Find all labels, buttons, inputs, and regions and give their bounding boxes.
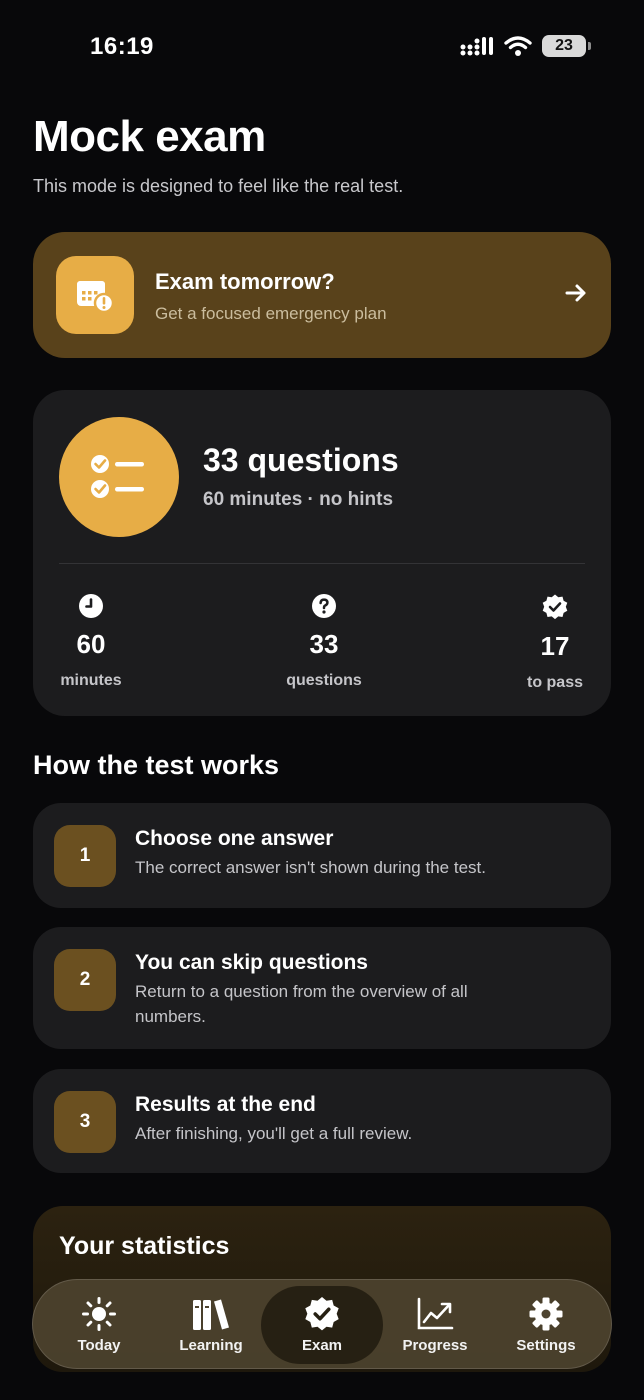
verified-badge-icon	[542, 594, 568, 620]
statistics-title: Your statistics	[59, 1232, 230, 1260]
tab-learning[interactable]: Learning	[155, 1280, 267, 1370]
stat-value: 60	[76, 629, 106, 659]
step-number: 3	[54, 1091, 116, 1153]
battery-indicator: 23	[542, 35, 591, 57]
chart-line-icon	[417, 1297, 454, 1330]
step-body: The correct answer isn't shown during th…	[135, 858, 486, 877]
page-title: Mock exam	[33, 112, 266, 161]
status-bar: 16:19 23	[0, 0, 644, 96]
arrow-right-icon[interactable]	[565, 282, 587, 304]
bottom-tab-bar: Today Learning Exam Progress Settings	[32, 1279, 612, 1369]
step-title: Choose one answer	[135, 827, 334, 850]
stat-questions: 33 questions	[279, 593, 369, 690]
status-time: 16:19	[90, 33, 154, 60]
step-number: 2	[54, 949, 116, 1011]
stat-label: minutes	[60, 672, 122, 689]
step-number: 1	[54, 825, 116, 887]
checklist-icon	[91, 455, 144, 498]
promo-icon-box	[56, 256, 134, 334]
tab-label: Settings	[516, 1337, 576, 1354]
cellular-signal-icon	[460, 37, 493, 56]
stat-label: questions	[286, 672, 362, 689]
stat-value: 33	[309, 629, 339, 659]
stat-label: to pass	[526, 674, 583, 691]
step-card-3: 3 Results at the end After finishing, yo…	[33, 1069, 611, 1173]
clock-icon	[79, 594, 103, 618]
promo-subtitle: Get a focused emergency plan	[155, 304, 387, 323]
status-icons: 23	[460, 35, 591, 57]
exam-tomorrow-card[interactable]: Exam tomorrow? Get a focused emergency p…	[33, 232, 611, 358]
divider	[59, 563, 585, 564]
stat-to-pass: 17 to pass	[517, 593, 593, 692]
step-title: You can skip questions	[135, 951, 368, 974]
question-circle-icon	[312, 594, 336, 618]
step-card-1: 1 Choose one answer The correct answer i…	[33, 803, 611, 908]
promo-title: Exam tomorrow?	[155, 269, 335, 294]
section-title: How the test works	[33, 750, 280, 780]
sun-icon	[82, 1297, 116, 1331]
step-title: Results at the end	[135, 1093, 316, 1116]
tab-label: Exam	[301, 1337, 343, 1354]
stat-value: 17	[540, 631, 570, 661]
tab-progress[interactable]: Progress	[379, 1280, 491, 1370]
page-subtitle: This mode is designed to feel like the r…	[33, 176, 404, 196]
calendar-alert-icon	[77, 281, 115, 314]
step-body: Return to a question from the overview o…	[135, 982, 468, 1026]
verified-badge-icon	[305, 1297, 339, 1331]
checklist-circle	[59, 417, 179, 537]
tab-settings[interactable]: Settings	[490, 1280, 602, 1370]
step-body: After finishing, you'll get a full revie…	[135, 1124, 413, 1143]
gear-icon	[529, 1297, 563, 1331]
exam-info-card[interactable]: 33 questions 60 minutes · no hints 60 mi…	[33, 390, 611, 716]
stat-minutes: 60 minutes	[55, 593, 127, 690]
exam-details: 60 minutes · no hints	[203, 489, 394, 510]
exam-question-count: 33 questions	[203, 442, 399, 478]
tab-label: Progress	[402, 1337, 468, 1354]
books-icon	[193, 1299, 229, 1330]
tab-label: Learning	[179, 1337, 243, 1354]
tab-today[interactable]: Today	[43, 1280, 155, 1370]
tab-label: Today	[77, 1337, 121, 1354]
wifi-icon	[504, 36, 532, 56]
step-card-2: 2 You can skip questions Return to a que…	[33, 927, 611, 1049]
tab-exam[interactable]: Exam	[261, 1286, 383, 1364]
